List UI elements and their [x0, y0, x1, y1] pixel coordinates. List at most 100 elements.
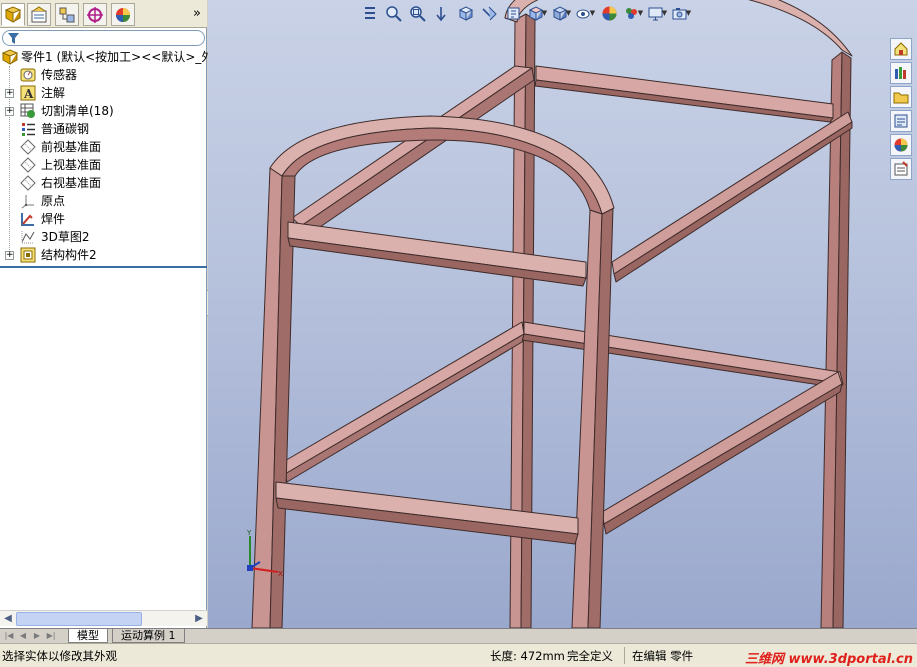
last-tab-arrow-icon[interactable]: ▶| — [45, 630, 57, 642]
feature-tree: 零件1 (默认<按加工><<默认>_外? 传感器 + A 注解 + 切割清单(1… — [0, 48, 220, 264]
svg-text:Y: Y — [246, 529, 252, 537]
tree-item-3d-sketch[interactable]: 3D草图2 — [0, 228, 207, 246]
prev-tab-arrow-icon[interactable]: ◀ — [17, 630, 29, 642]
appearance-icon — [116, 7, 130, 22]
expand-plus-icon[interactable]: + — [5, 107, 14, 116]
view-palette-icon — [894, 114, 908, 128]
tree-item-label: 右视基准面 — [41, 176, 102, 190]
tree-item-cut-list[interactable]: + 切割清单(18) — [0, 102, 207, 120]
design-library-tab[interactable] — [890, 62, 912, 84]
feature-tree-icon — [4, 5, 22, 23]
tree-item-material[interactable]: 普通碳钢 — [0, 120, 207, 138]
tree-item-label: 注解 — [41, 86, 66, 100]
display-manager-tab[interactable] — [111, 3, 135, 26]
rotate-icon — [435, 6, 446, 21]
zoom-fit-icon — [385, 5, 402, 22]
svg-text:A: A — [23, 87, 34, 101]
apply-scene-button[interactable]: ▼ — [622, 2, 644, 24]
tree-filter-input[interactable] — [2, 30, 205, 46]
manager-tabs: » — [0, 0, 207, 28]
scroll-left-arrow-icon[interactable]: ◀ — [1, 612, 15, 626]
property-icon — [31, 5, 47, 22]
custom-properties-tab[interactable] — [890, 158, 912, 180]
tree-item-label: 焊件 — [41, 212, 66, 226]
appearances-tab[interactable] — [890, 134, 912, 156]
annotation-view-icon — [507, 7, 519, 19]
plane-icon — [20, 139, 36, 155]
tree-item-structural-member[interactable]: + 结构构件2 — [0, 246, 207, 264]
edit-appearance-button[interactable] — [598, 2, 620, 24]
tree-item-weldment[interactable]: 焊件 — [0, 210, 207, 228]
rotate-view-button[interactable] — [430, 2, 452, 24]
filter-icon — [8, 33, 19, 44]
appearance-ball-icon — [894, 138, 908, 152]
plane-icon — [20, 157, 36, 173]
cube-icon — [458, 5, 473, 21]
watermark-logo: 三维网 www.3dportal.cn — [744, 652, 913, 667]
plane-icon — [20, 175, 36, 191]
tree-root-label: 零件1 (默认<按加工><<默认>_外? — [21, 50, 220, 64]
home-icon — [894, 42, 908, 56]
display-style-button[interactable]: ▼ — [550, 2, 572, 24]
view-orientation-button[interactable]: ▼ — [526, 2, 548, 24]
svg-text:X: X — [278, 570, 283, 578]
tree-item-right-plane[interactable]: 右视基准面 — [0, 174, 207, 192]
scroll-right-arrow-icon[interactable]: ▶ — [192, 612, 206, 626]
status-editing: 在编辑 零件 — [632, 649, 694, 663]
feature-manager-panel: » 零件1 (默认<按加工><<默认>_外? 传感器 + A 注解 + 切割清单… — [0, 0, 220, 628]
hide-show-items-button[interactable]: ▼ — [574, 2, 596, 24]
tree-item-top-plane[interactable]: 上视基准面 — [0, 156, 207, 174]
tree-item-sensors[interactable]: 传感器 — [0, 66, 207, 84]
tree-item-annotations[interactable]: + A 注解 — [0, 84, 207, 102]
zoom-to-area-button[interactable] — [406, 2, 428, 24]
panel-splitter[interactable] — [0, 266, 207, 268]
graphics-area[interactable]: ▼ ▼ ▼ ▼ ▼ ▼ Y X — [208, 0, 917, 628]
heads-up-view-toolbar: ▼ ▼ ▼ ▼ ▼ ▼ — [358, 2, 692, 24]
structural-member-icon — [20, 247, 36, 263]
tab-motion-study-1[interactable]: 运动算例 1 — [112, 629, 185, 643]
properties-icon — [894, 161, 908, 176]
task-pane-tabs — [890, 38, 914, 182]
weldment-icon — [21, 213, 34, 226]
dynamic-annotation-button[interactable] — [502, 2, 524, 24]
featuremanager-tab[interactable] — [1, 3, 25, 26]
crosshair-icon — [87, 6, 103, 23]
expand-plus-icon[interactable]: + — [5, 251, 14, 260]
part-icon — [2, 49, 18, 65]
folder-icon — [893, 92, 909, 104]
reference-triad: Y X — [246, 529, 283, 578]
status-length: 长度: 472mm — [490, 649, 565, 663]
propertymanager-tab[interactable] — [27, 3, 51, 26]
status-bar: 选择实体以修改其外观 长度: 472mm 完全定义 在编辑 零件 三维网 www… — [0, 643, 917, 667]
solidworks-resources-tab[interactable] — [890, 38, 912, 60]
expand-panel-button[interactable]: » — [193, 6, 201, 21]
screen-capture-button[interactable]: ▼ — [670, 2, 692, 24]
horizontal-scrollbar[interactable]: ◀ ▶ — [0, 610, 207, 626]
zoom-area-icon — [409, 5, 426, 22]
dimxpert-tab[interactable] — [83, 3, 107, 26]
library-icon — [895, 67, 906, 79]
zoom-to-fit-button[interactable] — [382, 2, 404, 24]
tree-item-label: 结构构件2 — [41, 248, 97, 262]
tree-root-part[interactable]: 零件1 (默认<按加工><<默认>_外? — [0, 48, 220, 66]
previous-view-button[interactable] — [358, 2, 380, 24]
first-tab-arrow-icon[interactable]: |◀ — [3, 630, 15, 642]
origin-icon — [21, 195, 34, 209]
tree-item-label: 传感器 — [41, 68, 78, 82]
configurationmanager-tab[interactable] — [55, 3, 79, 26]
tree-item-front-plane[interactable]: 前视基准面 — [0, 138, 207, 156]
view-settings-button[interactable]: ▼ — [646, 2, 668, 24]
material-icon — [22, 123, 35, 136]
section-view-button[interactable] — [478, 2, 500, 24]
standard-views-button[interactable] — [454, 2, 476, 24]
file-explorer-tab[interactable] — [890, 86, 912, 108]
view-palette-tab[interactable] — [890, 110, 912, 132]
tab-model[interactable]: 模型 — [68, 629, 108, 643]
tree-item-origin[interactable]: 原点 — [0, 192, 207, 210]
configuration-icon — [59, 7, 75, 22]
expand-plus-icon[interactable]: + — [5, 89, 14, 98]
weldment-frame-model[interactable] — [208, 0, 917, 628]
tree-item-label: 切割清单(18) — [41, 104, 114, 118]
scrollbar-thumb[interactable] — [16, 612, 142, 626]
next-tab-arrow-icon[interactable]: ▶ — [31, 630, 43, 642]
